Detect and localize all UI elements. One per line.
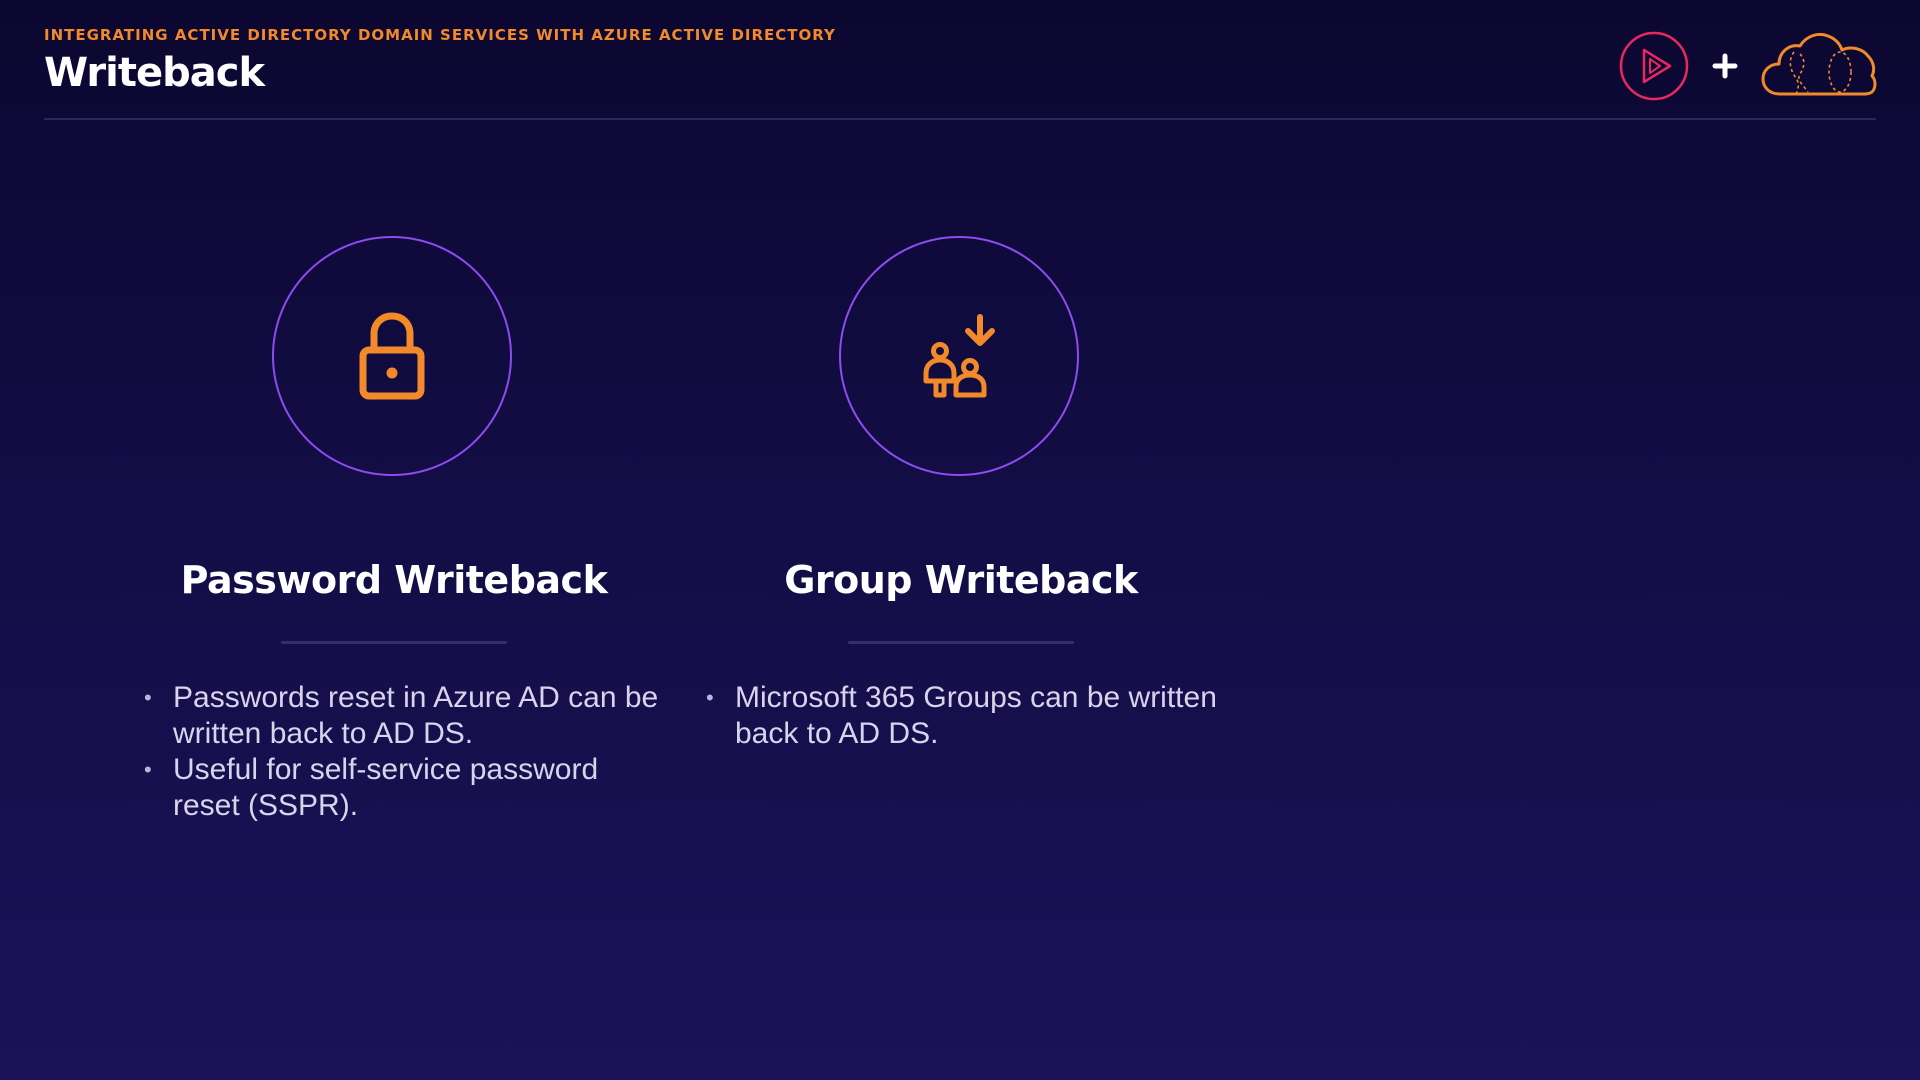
card-divider (281, 641, 507, 644)
bullet-item: Microsoft 365 Groups can be written back… (706, 680, 1226, 752)
padlock-icon (359, 312, 425, 400)
brand-logos (1618, 28, 1878, 104)
group-download-icon (923, 314, 995, 398)
plus-icon (1712, 53, 1738, 79)
group-writeback-card: Group Writeback Microsoft 365 Groups can… (681, 236, 1241, 856)
card-title: Password Writeback (180, 558, 608, 602)
page-title: Writeback (44, 50, 265, 96)
slide-header: INTEGRATING ACTIVE DIRECTORY DOMAIN SERV… (44, 26, 1876, 120)
header-divider (44, 118, 1876, 120)
card-divider (848, 641, 1074, 644)
bullet-item: Useful for self-service password reset (… (144, 752, 664, 824)
play-logo-icon (1619, 31, 1689, 101)
bullet-item: Passwords reset in Azure AD can be writt… (144, 680, 664, 752)
icon-circle (272, 236, 512, 476)
slide-eyebrow: INTEGRATING ACTIVE DIRECTORY DOMAIN SERV… (44, 26, 836, 44)
bullet-list: Passwords reset in Azure AD can be writt… (144, 680, 664, 824)
bullet-list: Microsoft 365 Groups can be written back… (706, 680, 1226, 752)
card-title: Group Writeback (784, 558, 1138, 602)
password-writeback-card: Password Writeback Passwords reset in Az… (114, 236, 674, 856)
cloud-logo-icon (1761, 32, 1877, 96)
icon-circle (839, 236, 1079, 476)
